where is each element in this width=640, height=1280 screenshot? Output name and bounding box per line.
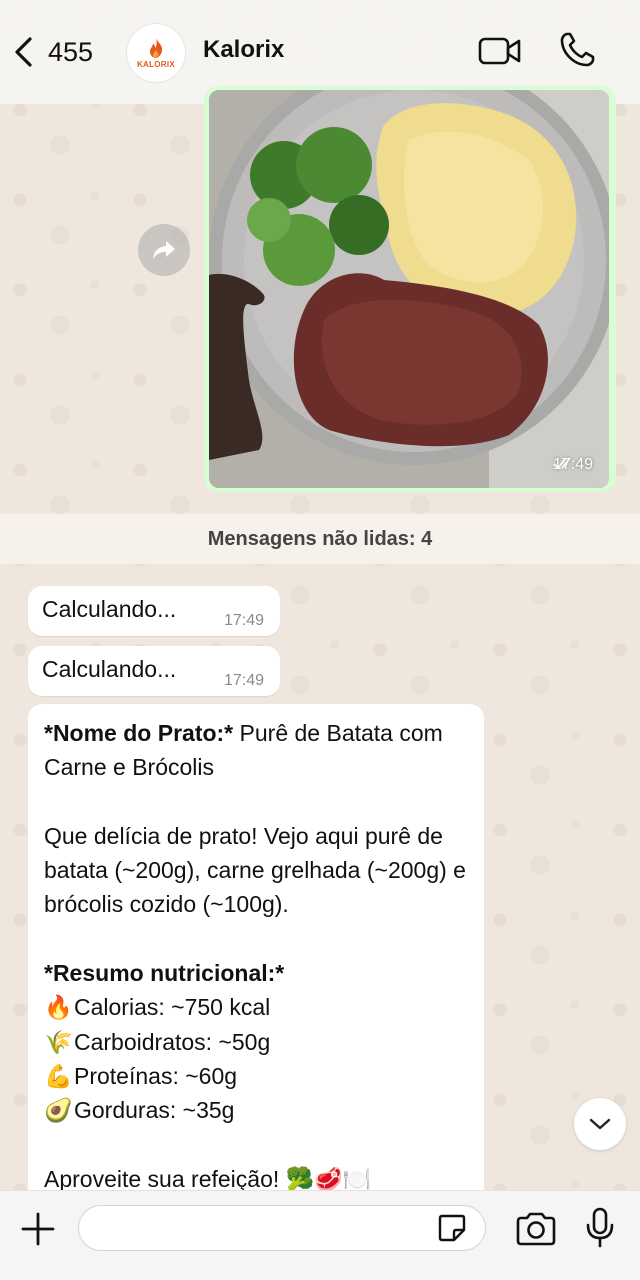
dish-name-line: *Nome do Prato:* Purê de Batata com Carn… [44, 716, 468, 785]
unread-messages-divider: Mensagens não lidas: 4 [0, 514, 640, 564]
back-button[interactable]: 455 [10, 32, 110, 72]
incoming-message[interactable]: Calculando... 17:49 [28, 586, 280, 636]
chevron-left-icon [15, 37, 32, 67]
contact-name[interactable]: Kalorix [203, 36, 284, 64]
grain-icon: 🌾 [44, 1028, 73, 1055]
dish-description: Que delícia de prato! Vejo aqui purê de … [44, 822, 466, 918]
nutrient-protein: 💪Proteínas: ~60g [44, 1059, 468, 1093]
message-text: Calculando... [42, 596, 177, 622]
scroll-to-bottom-button[interactable] [574, 1098, 626, 1150]
incoming-message[interactable]: Calculando... 17:49 [28, 646, 280, 696]
nutrient-carbs: 🌾Carboidratos: ~50g [44, 1025, 468, 1059]
avocado-icon: 🥑 [44, 1097, 73, 1124]
food-illustration [209, 90, 609, 488]
camera-icon[interactable] [514, 1211, 558, 1247]
chevron-down-icon [589, 1118, 611, 1130]
message-time: 17:49 [223, 672, 264, 689]
unread-chats-count: 455 [48, 36, 94, 67]
image-message-meta: 17:49 [553, 456, 593, 474]
message-time: 17:49 [223, 612, 264, 629]
avatar-logo-text: KALORIX [136, 60, 176, 69]
fire-icon: 🔥 [44, 994, 73, 1021]
video-call-icon[interactable] [478, 34, 522, 68]
plus-icon[interactable] [18, 1209, 58, 1249]
food-photo[interactable]: 17:49 [209, 90, 609, 488]
nutrient-fat: 🥑Gorduras: ~35g [44, 1093, 468, 1127]
contact-avatar[interactable]: KALORIX [127, 24, 185, 82]
read-receipt-icon [553, 457, 571, 470]
flexed-bicep-icon: 💪 [44, 1062, 73, 1089]
phone-call-icon[interactable] [558, 31, 596, 69]
microphone-icon[interactable] [584, 1207, 616, 1249]
message-text: Calculando... [42, 656, 177, 682]
nutrition-result-message[interactable]: *Nome do Prato:* Purê de Batata com Carn… [28, 704, 484, 1204]
message-input[interactable] [78, 1205, 486, 1251]
dish-name-label: *Nome do Prato:* [44, 720, 234, 746]
nutrition-summary-title: *Resumo nutricional:* [44, 960, 285, 987]
nutrient-calories: 🔥Calorias: ~750 kcal [44, 990, 468, 1024]
forward-button[interactable] [138, 224, 190, 276]
flame-logo-icon [150, 38, 163, 58]
forward-arrow-icon [153, 241, 175, 259]
outgoing-image-message[interactable]: 17:49 [204, 86, 616, 492]
sticker-icon[interactable] [436, 1212, 468, 1244]
message-composer [0, 1190, 640, 1280]
